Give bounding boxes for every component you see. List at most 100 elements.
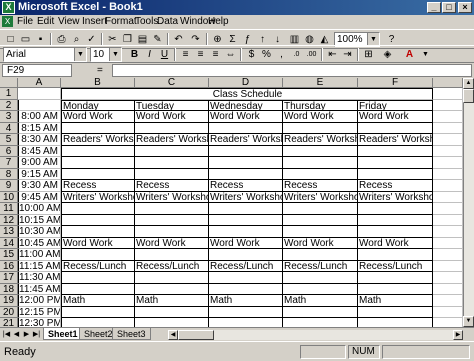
- font-color-icon[interactable]: A: [402, 47, 417, 62]
- time-cell[interactable]: 8:30 AM: [18, 134, 61, 146]
- schedule-cell[interactable]: [283, 145, 358, 157]
- schedule-cell[interactable]: Recess/Lunch: [209, 260, 283, 272]
- time-cell[interactable]: 12:30 PM: [18, 318, 61, 327]
- time-cell[interactable]: 9:45 AM: [18, 191, 61, 203]
- row-header[interactable]: 21: [0, 318, 18, 327]
- schedule-cell[interactable]: [135, 318, 209, 327]
- row-header[interactable]: 13: [0, 226, 18, 238]
- grid-cell[interactable]: [433, 226, 463, 238]
- schedule-cell[interactable]: [209, 203, 283, 215]
- time-cell[interactable]: 9:00 AM: [18, 157, 61, 169]
- schedule-cell[interactable]: Readers' Workshop: [283, 134, 358, 146]
- row-header[interactable]: 15: [0, 249, 18, 261]
- schedule-cell[interactable]: Word Work: [283, 111, 358, 123]
- schedule-cell[interactable]: [61, 272, 135, 284]
- comma-style-icon[interactable]: ,: [274, 47, 289, 62]
- align-center-icon[interactable]: ≡: [193, 47, 208, 62]
- schedule-cell[interactable]: [209, 249, 283, 261]
- schedule-cell[interactable]: Word Work: [135, 237, 209, 249]
- column-header-b[interactable]: B: [61, 78, 135, 88]
- menu-view[interactable]: View: [58, 16, 80, 28]
- time-cell[interactable]: 8:15 AM: [18, 122, 61, 134]
- schedule-cell[interactable]: [209, 318, 283, 327]
- schedule-cell[interactable]: Recess: [135, 180, 209, 192]
- row-header[interactable]: 1: [0, 88, 18, 100]
- column-header-e[interactable]: E: [283, 78, 358, 88]
- schedule-cell[interactable]: Recess: [61, 180, 135, 192]
- schedule-cell[interactable]: [358, 122, 433, 134]
- schedule-cell[interactable]: Recess/Lunch: [358, 260, 433, 272]
- schedule-cell[interactable]: [358, 249, 433, 261]
- horizontal-scrollbar[interactable]: ◀ ▶: [168, 330, 463, 340]
- schedule-cell[interactable]: Math: [135, 295, 209, 307]
- grid-cell[interactable]: [433, 295, 463, 307]
- grid-cell[interactable]: [433, 168, 463, 180]
- schedule-cell[interactable]: [61, 226, 135, 238]
- schedule-cell[interactable]: [283, 306, 358, 318]
- column-header-a[interactable]: A: [18, 78, 61, 88]
- schedule-cell[interactable]: [135, 272, 209, 284]
- schedule-cell[interactable]: Writers' Workshop: [135, 191, 209, 203]
- row-header[interactable]: 17: [0, 272, 18, 284]
- grid-cell[interactable]: [433, 260, 463, 272]
- grid-cell[interactable]: [433, 145, 463, 157]
- column-header-d[interactable]: D: [209, 78, 283, 88]
- schedule-cell[interactable]: [209, 122, 283, 134]
- schedule-cell[interactable]: Recess: [209, 180, 283, 192]
- schedule-cell[interactable]: [283, 203, 358, 215]
- row-header[interactable]: 8: [0, 168, 18, 180]
- time-cell[interactable]: 10:45 AM: [18, 237, 61, 249]
- align-left-icon[interactable]: ≡: [178, 47, 193, 62]
- schedule-cell[interactable]: [358, 214, 433, 226]
- align-right-icon[interactable]: ≡: [208, 47, 223, 62]
- schedule-cell[interactable]: [61, 145, 135, 157]
- time-cell[interactable]: 11:45 AM: [18, 283, 61, 295]
- grid-cell[interactable]: [433, 203, 463, 215]
- schedule-cell[interactable]: [283, 157, 358, 169]
- schedule-cell[interactable]: Readers' Workshop: [135, 134, 209, 146]
- schedule-cell[interactable]: [209, 145, 283, 157]
- row-header[interactable]: 20: [0, 306, 18, 318]
- menu-edit[interactable]: Edit: [37, 16, 54, 28]
- grid-cell[interactable]: [433, 180, 463, 192]
- schedule-cell[interactable]: [135, 168, 209, 180]
- merge-center-icon[interactable]: ⇔: [223, 47, 238, 62]
- schedule-cell[interactable]: Recess/Lunch: [283, 260, 358, 272]
- scroll-up-icon[interactable]: ▲: [463, 78, 474, 89]
- font-name-select[interactable]: Arial ▼: [3, 47, 87, 62]
- schedule-cell[interactable]: Readers' Worksho: [358, 134, 433, 146]
- row-header[interactable]: 3: [0, 111, 18, 123]
- time-cell[interactable]: 12:15 PM: [18, 306, 61, 318]
- increase-decimal-icon[interactable]: .0: [289, 47, 304, 62]
- prev-sheet-icon[interactable]: ◀: [12, 330, 21, 340]
- schedule-cell[interactable]: Writers' Workshop: [283, 191, 358, 203]
- row-header[interactable]: 14: [0, 237, 18, 249]
- percent-icon[interactable]: %: [259, 47, 274, 62]
- time-cell[interactable]: [18, 88, 61, 100]
- scroll-thumb[interactable]: [178, 330, 214, 340]
- menu-format[interactable]: Format: [105, 16, 137, 28]
- schedule-cell[interactable]: [358, 203, 433, 215]
- schedule-cell[interactable]: [61, 157, 135, 169]
- schedule-cell[interactable]: Readers' Workshop: [209, 134, 283, 146]
- schedule-cell[interactable]: [61, 249, 135, 261]
- grid-cell[interactable]: [433, 111, 463, 123]
- row-header[interactable]: 19: [0, 295, 18, 307]
- schedule-cell[interactable]: [283, 272, 358, 284]
- schedule-cell[interactable]: Word Work: [358, 111, 433, 123]
- schedule-cell[interactable]: [135, 145, 209, 157]
- grid-cell[interactable]: [433, 318, 463, 327]
- row-header[interactable]: 5: [0, 134, 18, 146]
- time-cell[interactable]: 9:30 AM: [18, 180, 61, 192]
- schedule-cell[interactable]: [61, 203, 135, 215]
- schedule-cell[interactable]: [135, 249, 209, 261]
- schedule-cell[interactable]: [283, 318, 358, 327]
- time-cell[interactable]: 10:00 AM: [18, 203, 61, 215]
- first-sheet-icon[interactable]: |◀: [2, 330, 11, 340]
- minimize-button[interactable]: _: [427, 2, 441, 13]
- schedule-cell[interactable]: Word Work: [358, 237, 433, 249]
- schedule-cell[interactable]: [61, 214, 135, 226]
- schedule-cell[interactable]: Monday: [61, 99, 135, 111]
- schedule-cell[interactable]: [283, 214, 358, 226]
- schedule-cell[interactable]: Word Work: [209, 111, 283, 123]
